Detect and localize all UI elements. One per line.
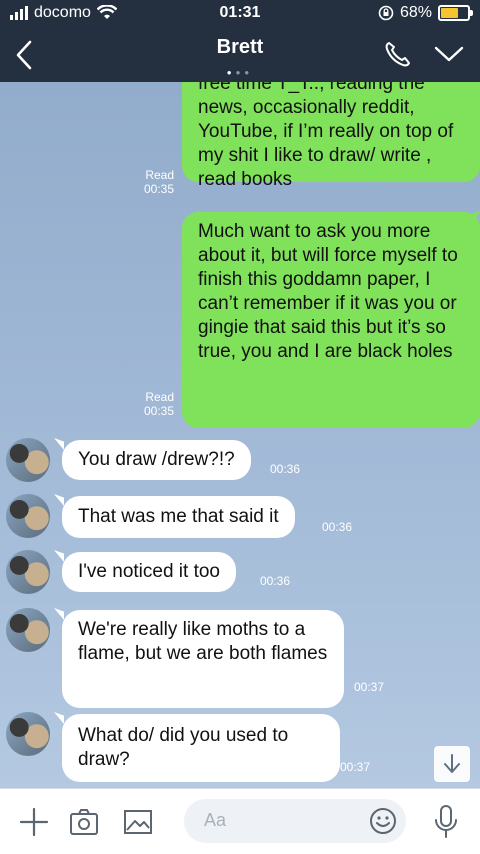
message-list[interactable]: free time T_T.., reading the news, occas…: [0, 82, 480, 788]
plus-icon[interactable]: [18, 806, 50, 838]
message-time: 00:36: [322, 520, 353, 534]
incoming-message[interactable]: You draw /drew?!?: [62, 440, 251, 480]
avatar[interactable]: [6, 438, 50, 482]
bubble-tail: [54, 494, 64, 506]
message-text: I've noticed it too: [78, 561, 220, 582]
message-text: That was me that said it: [78, 506, 279, 527]
message-field[interactable]: [184, 799, 406, 843]
bubble-tail: [54, 550, 64, 562]
battery-percent: 68%: [399, 4, 432, 21]
avatar[interactable]: [6, 550, 50, 594]
read-receipt: Read: [145, 390, 174, 404]
message-time: 00:37: [354, 680, 385, 694]
arrow-down-icon: [444, 754, 460, 773]
message-text: free time T_T.., reading the news, occas…: [198, 82, 454, 190]
bubble-tail: [54, 608, 64, 620]
outgoing-message[interactable]: free time T_T.., reading the news, occas…: [182, 82, 480, 190]
message-time: 00:37: [340, 760, 371, 774]
message-meta: Read 00:35: [144, 168, 174, 196]
camera-icon[interactable]: [68, 806, 100, 838]
avatar[interactable]: [6, 494, 50, 538]
incoming-message[interactable]: We're really like moths to a flame, but …: [62, 610, 344, 708]
title-bar: Brett ●●●: [0, 28, 480, 82]
message-text: What do/ did you used to draw?: [78, 725, 289, 770]
message-text: We're really like moths to a flame, but …: [78, 619, 328, 664]
read-receipt: Read: [145, 168, 174, 182]
message-input[interactable]: [202, 809, 356, 832]
battery-icon: [438, 5, 473, 21]
status-bar: docomo 01:31 68%: [0, 0, 480, 28]
incoming-message[interactable]: What do/ did you used to draw?: [62, 714, 340, 782]
top-bar: docomo 01:31 68% Brett ●●●: [0, 0, 480, 82]
avatar[interactable]: [6, 608, 50, 652]
message-time: 00:36: [270, 462, 301, 476]
outgoing-message[interactable]: Much want to ask you more about it, but …: [182, 212, 480, 428]
orientation-lock-icon: [378, 5, 394, 21]
bubble-tail: [54, 712, 64, 724]
incoming-message[interactable]: I've noticed it too: [62, 552, 236, 592]
message-text: You draw /drew?!?: [78, 449, 235, 470]
emoji-icon[interactable]: [368, 806, 398, 836]
message-meta: Read 00:35: [144, 390, 174, 418]
message-time: 00:36: [260, 574, 291, 588]
chevron-down-icon[interactable]: [432, 42, 466, 66]
image-icon[interactable]: [122, 806, 154, 838]
message-time: 00:35: [143, 404, 174, 418]
message-time: 00:35: [143, 182, 174, 196]
avatar[interactable]: [6, 712, 50, 756]
bubble-tail: [54, 438, 64, 450]
phone-icon[interactable]: [382, 38, 414, 70]
microphone-icon[interactable]: [430, 804, 462, 840]
message-input-bar: [0, 788, 480, 854]
scroll-to-bottom-button[interactable]: [434, 746, 470, 782]
message-text: Much want to ask you more about it, but …: [198, 221, 458, 362]
incoming-message[interactable]: That was me that said it: [62, 496, 295, 538]
chat-screen: docomo 01:31 68% Brett ●●● free time T_T…: [0, 0, 480, 854]
status-right: 68%: [378, 4, 473, 22]
